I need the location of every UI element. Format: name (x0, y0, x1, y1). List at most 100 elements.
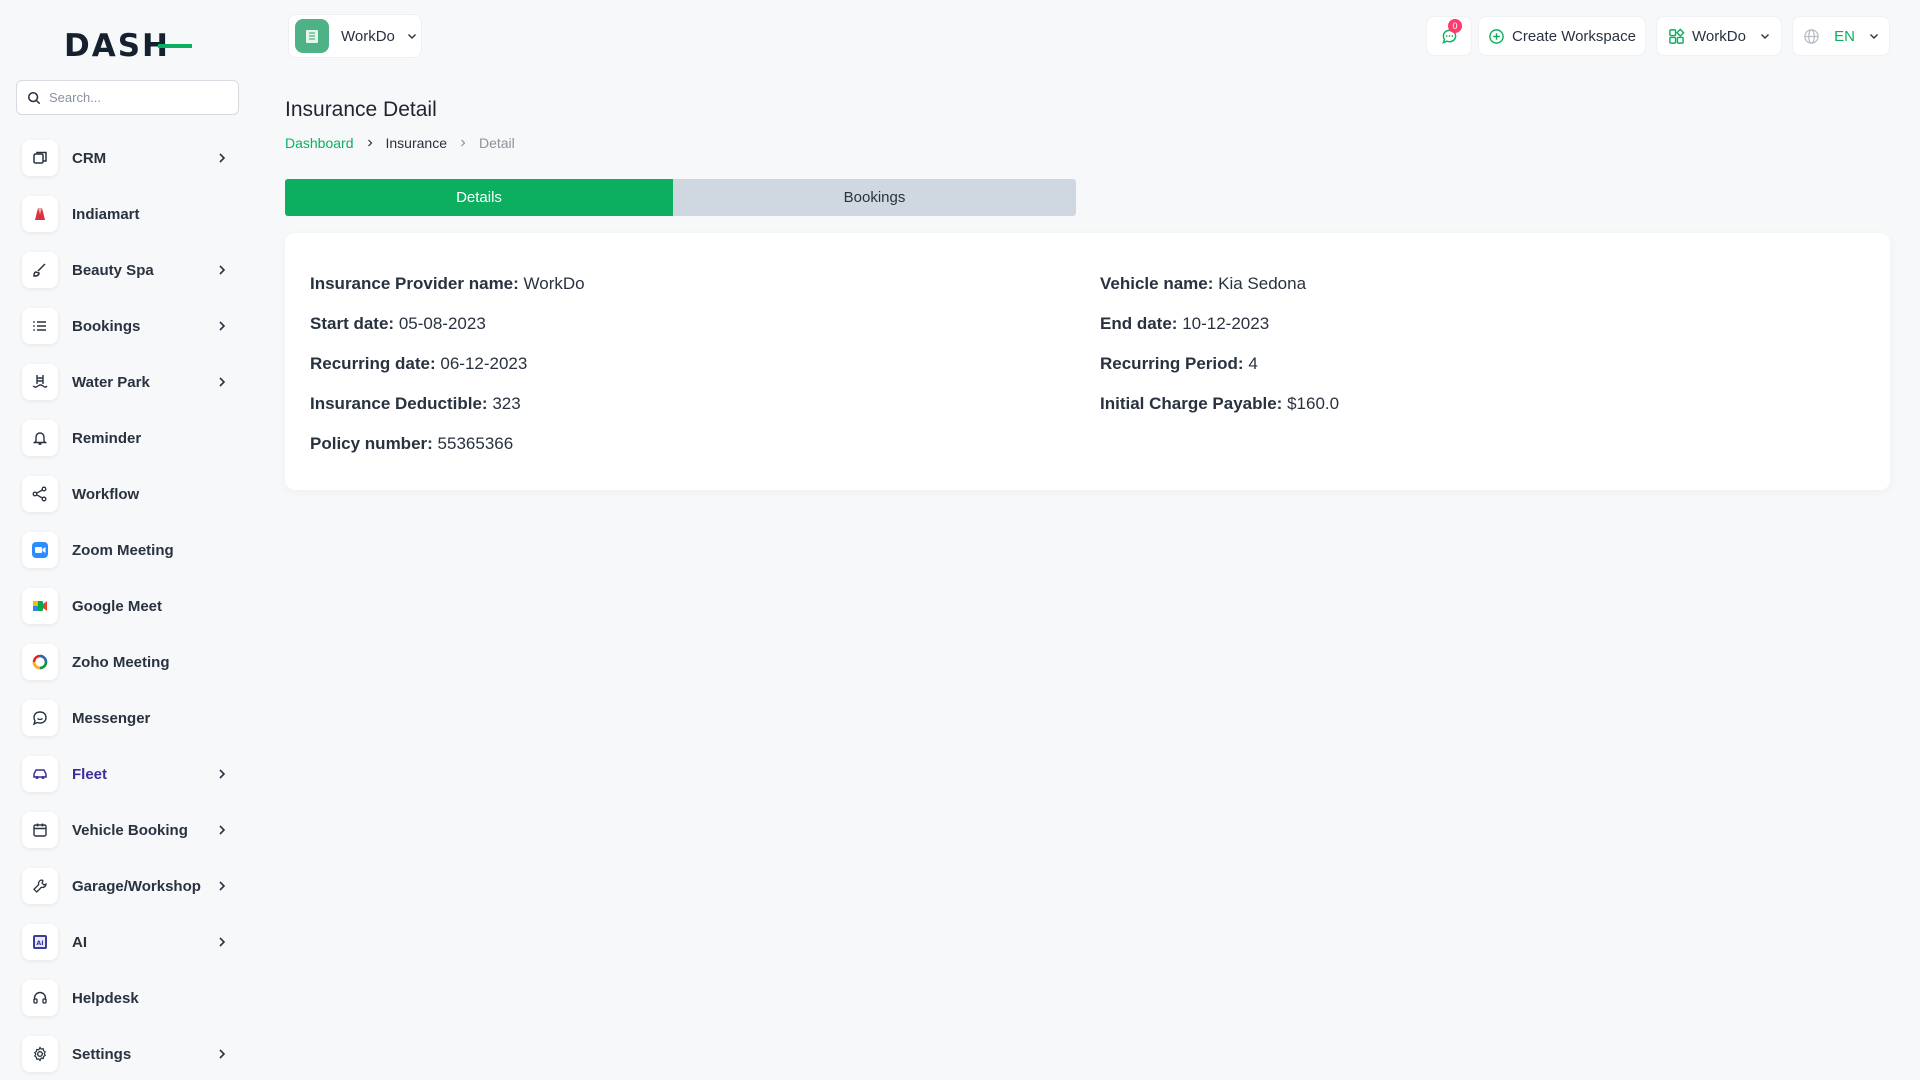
sidebar-item-workflow[interactable]: Workflow (0, 466, 255, 522)
sidebar-item-helpdesk[interactable]: Helpdesk (0, 970, 255, 1026)
chevron-right-icon (219, 769, 226, 779)
sidebar-item-label: AI (72, 933, 87, 951)
field-label: Start date: (310, 314, 395, 333)
gear-icon (22, 1036, 58, 1072)
create-workspace-button[interactable]: Create Workspace (1478, 16, 1646, 56)
chevron-right-icon (219, 377, 226, 387)
sidebar-item-google-meet[interactable]: Google Meet (0, 578, 255, 634)
sidebar-item-label: Bookings (72, 317, 141, 335)
field-value: 06-12-2023 (440, 354, 528, 373)
vehicle-name-field: Vehicle name: Kia Sedona (1100, 274, 1306, 294)
workspace-selector[interactable]: WorkDo (288, 14, 422, 58)
chevron-right-icon (219, 265, 226, 275)
sidebar-item-label: Zoho Meeting (72, 653, 170, 671)
end-date-field: End date: 10-12-2023 (1100, 314, 1269, 334)
search-input[interactable]: Search... (49, 90, 101, 105)
sidebar-item-label: Workflow (72, 485, 140, 503)
calendar-icon (22, 812, 58, 848)
create-workspace-label: Create Workspace (1512, 27, 1636, 45)
breadcrumb-insurance-link[interactable]: Insurance (386, 135, 447, 151)
share-icon (22, 476, 58, 512)
sidebar-item-beauty-spa[interactable]: Beauty Spa (0, 242, 255, 298)
field-label: Policy number: (310, 434, 433, 453)
sidebar-item-messenger[interactable]: Messenger (0, 690, 255, 746)
sidebar-item-crm[interactable]: CRM (0, 130, 255, 186)
workspace-switcher[interactable]: WorkDo (1656, 16, 1782, 56)
field-value: $160.0 (1287, 394, 1340, 413)
provider-name-field: Insurance Provider name: WorkDo (310, 274, 585, 294)
field-value: 4 (1248, 354, 1258, 373)
chevron-down-icon (1869, 34, 1878, 39)
sidebar-item-label: Settings (72, 1045, 132, 1063)
initial-charge-field: Initial Charge Payable: $160.0 (1100, 394, 1339, 414)
indiamart-logo-icon (22, 196, 58, 232)
sidebar-item-label: Fleet (72, 765, 108, 783)
chevron-right-icon (461, 139, 466, 147)
breadcrumb-dashboard-link[interactable]: Dashboard (285, 135, 354, 151)
messages-button[interactable]: 0 (1426, 16, 1472, 56)
search-icon (27, 91, 41, 104)
sidebar-item-vehicle-booking[interactable]: Vehicle Booking (0, 802, 255, 858)
language-label: EN (1834, 27, 1855, 45)
breadcrumb-current: Detail (478, 135, 515, 151)
recurring-date-field: Recurring date: 06-12-2023 (310, 354, 527, 374)
sidebar-item-label: Vehicle Booking (72, 821, 188, 839)
breadcrumb: Dashboard Insurance Detail (285, 135, 515, 151)
sidebar-item-label: Indiamart (72, 205, 140, 223)
policy-number-field: Policy number: 55365366 (310, 434, 513, 454)
field-value: 323 (492, 394, 521, 413)
recurring-period-field: Recurring Period: 4 (1100, 354, 1258, 374)
pool-icon (22, 364, 58, 400)
language-selector[interactable]: EN (1792, 16, 1890, 56)
sidebar-item-label: Helpdesk (72, 989, 139, 1007)
chat-icon (22, 700, 58, 736)
globe-icon (1804, 28, 1819, 44)
dash-logo[interactable]: DASH (64, 28, 192, 62)
google-meet-logo-icon (22, 588, 58, 624)
chevron-right-icon (219, 937, 226, 947)
sidebar-item-zoom-meeting[interactable]: Zoom Meeting (0, 522, 255, 578)
sidebar-item-label: Zoom Meeting (72, 541, 174, 559)
plus-circle-icon (1489, 28, 1504, 44)
chevron-right-icon (219, 1049, 226, 1059)
chevron-right-icon (367, 139, 372, 147)
field-value: Kia Sedona (1218, 274, 1307, 293)
layers-icon (22, 140, 58, 176)
sidebar-nav: CRM Indiamart Beauty Spa Bookings Water … (0, 130, 255, 1080)
sidebar-item-garage-workshop[interactable]: Garage/Workshop (0, 858, 255, 914)
page-title: Insurance Detail (285, 98, 437, 121)
tab-bookings[interactable]: Bookings (673, 179, 1076, 216)
sidebar-item-indiamart[interactable]: Indiamart (0, 186, 255, 242)
car-icon (22, 756, 58, 792)
sidebar-item-settings[interactable]: Settings (0, 1026, 255, 1080)
headset-icon (22, 980, 58, 1016)
sidebar: DASH Search... CRM Indiamart Beauty Spa … (0, 0, 255, 1080)
ai-chip-icon: AI (22, 924, 58, 960)
start-date-field: Start date: 05-08-2023 (310, 314, 486, 334)
workspace-avatar (295, 19, 329, 53)
sidebar-item-ai[interactable]: AI AI (0, 914, 255, 970)
logo-accent (158, 44, 192, 48)
sidebar-item-fleet[interactable]: Fleet (0, 746, 255, 802)
search-box[interactable]: Search... (16, 80, 239, 115)
apps-icon (1669, 27, 1685, 44)
brush-icon (22, 252, 58, 288)
sidebar-item-label: Water Park (72, 373, 150, 391)
sidebar-item-label: Reminder (72, 429, 142, 447)
detail-tabs: Details Bookings (285, 179, 1076, 216)
zoom-logo-icon (22, 532, 58, 568)
logo-text: DASH (64, 28, 170, 62)
wrench-icon (22, 868, 58, 904)
chevron-down-icon (1760, 34, 1769, 39)
chevron-right-icon (219, 881, 226, 891)
sidebar-item-zoho-meeting[interactable]: Zoho Meeting (0, 634, 255, 690)
sidebar-item-water-park[interactable]: Water Park (0, 354, 255, 410)
chevron-right-icon (219, 153, 226, 163)
field-value: WorkDo (523, 274, 585, 293)
tab-details[interactable]: Details (285, 179, 673, 216)
sidebar-item-bookings[interactable]: Bookings (0, 298, 255, 354)
sidebar-item-reminder[interactable]: Reminder (0, 410, 255, 466)
building-icon (306, 30, 318, 43)
field-label: Recurring Period: (1100, 354, 1244, 373)
bell-icon (22, 420, 58, 456)
